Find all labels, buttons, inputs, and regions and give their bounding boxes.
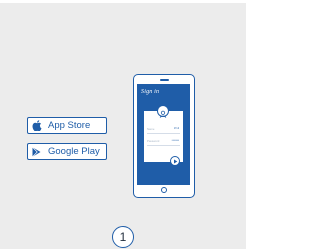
phone-speaker [160, 79, 169, 81]
user-avatar-icon [157, 105, 169, 118]
phone-home-button [161, 187, 167, 193]
step-number-badge: 1 [112, 226, 134, 248]
sign-in-title: Sign in [141, 89, 160, 95]
play-store-icon [32, 146, 43, 157]
illustration-panel: App Store Google Play Sign in Name 3>4 P… [0, 3, 246, 249]
password-field-underline [147, 145, 180, 146]
apple-icon [32, 120, 43, 131]
password-field-value: ••••••• [171, 138, 179, 142]
password-field-label: Password [147, 139, 160, 143]
sign-in-card: Name 3>4 Password ••••••• [144, 105, 183, 162]
app-store-label: App Store [48, 120, 91, 131]
phone-illustration: Sign in Name 3>4 Password ••••••• [133, 74, 195, 198]
name-field-label: Name [147, 127, 155, 131]
phone-screen: Sign in Name 3>4 Password ••••••• [137, 84, 190, 185]
play-arrow-icon [173, 159, 177, 163]
submit-button[interactable] [170, 156, 180, 166]
google-play-label: Google Play [48, 146, 100, 157]
name-field-value: 3>4 [173, 126, 179, 130]
name-field-underline [147, 133, 180, 134]
google-play-button[interactable]: Google Play [27, 143, 107, 160]
app-store-button[interactable]: App Store [27, 117, 107, 134]
